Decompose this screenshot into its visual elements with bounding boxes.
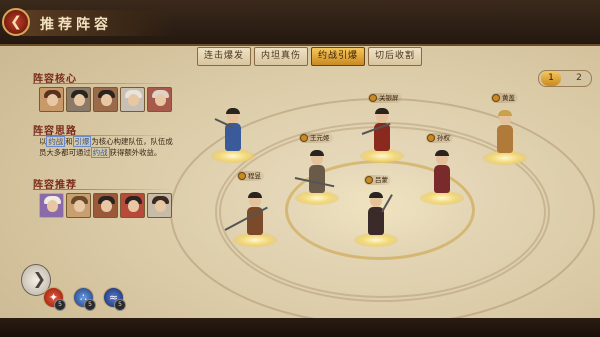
- hero-platform: [233, 233, 277, 247]
- recommend-avatar[interactable]: [39, 193, 64, 218]
- recommend-avatar[interactable]: [120, 193, 145, 218]
- hero-name: 吕蒙: [375, 176, 388, 184]
- core-hero-avatars: [39, 87, 172, 112]
- hero-name: 关银屏: [379, 94, 399, 102]
- hero-name: 程昱: [248, 172, 261, 180]
- hero-body: [434, 165, 450, 193]
- hero-hair: [375, 108, 389, 114]
- lineup-description: 以约战和引爆 为核心构建队伍，队伍成员大多都可通过 约战 获得额外收益。: [39, 136, 179, 158]
- hero-hair: [498, 110, 512, 116]
- skill-2[interactable]: ≈5: [103, 287, 126, 311]
- hero-name: 王元姬: [310, 134, 330, 142]
- hero-name-tag: 王元姬: [299, 133, 333, 143]
- hero-platform: [211, 149, 255, 163]
- element-badge-icon: [238, 172, 246, 180]
- hero-hair: [369, 192, 383, 198]
- hero-platform: [354, 233, 398, 247]
- skill-level: 5: [114, 299, 126, 311]
- hero-name-tag: 吕蒙: [364, 175, 391, 185]
- keyword-duel[interactable]: 约战: [90, 146, 110, 158]
- hero-hair: [435, 150, 449, 156]
- element-badge-icon: [369, 94, 377, 102]
- avatar-face: [101, 94, 112, 106]
- avatar-face: [74, 94, 85, 106]
- hero-name-tag: 关银屏: [368, 93, 402, 103]
- tab-1[interactable]: 内坦真伤: [254, 47, 309, 66]
- hero-6[interactable]: 吕蒙: [354, 175, 398, 247]
- game-screen: 关银屏 王元姬 黄盖 孙权 程昱 吕蒙 推荐阵容 ❮ 连击爆发 内坦真伤 约战引…: [0, 0, 600, 337]
- avatar-face: [101, 200, 112, 212]
- divider: [33, 189, 173, 190]
- page-button-1[interactable]: 1: [541, 71, 561, 86]
- hero-platform: [483, 151, 527, 165]
- core-avatar[interactable]: [120, 87, 145, 112]
- tab-2[interactable]: 约战引爆: [311, 47, 366, 66]
- page-title: 推荐阵容: [40, 17, 112, 33]
- core-avatar[interactable]: [66, 87, 91, 112]
- skill-1[interactable]: ∴ 5: [73, 287, 96, 311]
- hero-name-tag: 程昱: [237, 171, 264, 181]
- page-button-2[interactable]: 2: [569, 71, 589, 86]
- element-badge-icon: [300, 134, 308, 142]
- hero-body: [309, 165, 325, 193]
- recommend-avatar[interactable]: [66, 193, 91, 218]
- hero-body: [497, 125, 513, 153]
- hero-platform: [360, 149, 404, 163]
- element-badge-icon: [427, 134, 435, 142]
- avatar-face: [128, 94, 139, 106]
- skill-level: 5: [84, 299, 96, 311]
- core-avatar[interactable]: [39, 87, 64, 112]
- hero-3[interactable]: 黄盖: [483, 93, 527, 165]
- hero-hair: [226, 108, 240, 114]
- keyword-duel[interactable]: 约战: [46, 136, 66, 147]
- hero-2[interactable]: 王元姬: [294, 133, 339, 205]
- top-bar: 推荐阵容 ❮: [0, 0, 600, 46]
- desc-text: 获得额外收益。: [109, 147, 162, 157]
- core-avatar[interactable]: [147, 87, 172, 112]
- hero-0[interactable]: [211, 108, 255, 163]
- hero-name-tag: 孙权: [426, 133, 453, 143]
- recommend-avatar[interactable]: [147, 193, 172, 218]
- hero-1[interactable]: 关银屏: [360, 93, 404, 163]
- recommended-hero-avatars: [39, 193, 172, 218]
- hero-4[interactable]: 孙权: [420, 133, 464, 205]
- avatar-face: [74, 200, 85, 212]
- back-button[interactable]: ❮: [2, 8, 30, 36]
- avatar-face: [47, 94, 58, 106]
- lineup-skills: ✦ 5 ∴ 5 ≈5: [43, 287, 126, 311]
- desc-text: 和: [65, 137, 73, 146]
- hero-name: 黄盖: [502, 94, 515, 102]
- keyword-detonate[interactable]: 引爆: [72, 136, 92, 147]
- hero-name: 孙权: [437, 134, 450, 142]
- avatar-face: [47, 200, 58, 212]
- hero-platform: [420, 191, 464, 205]
- element-badge-icon: [492, 94, 500, 102]
- chevron-right-icon: ❯: [32, 269, 46, 288]
- skill-0[interactable]: ✦ 5: [43, 287, 66, 311]
- avatar-face: [155, 200, 166, 212]
- hero-name-tag: 黄盖: [491, 93, 518, 103]
- divider: [33, 83, 173, 84]
- hero-platform: [295, 191, 339, 205]
- lineup-tabs: 连击爆发 内坦真伤 约战引爆 切后收割: [197, 47, 423, 66]
- element-badge-icon: [365, 176, 373, 184]
- page-switcher: 1 2: [538, 70, 592, 87]
- avatar-face: [128, 200, 139, 212]
- tab-0[interactable]: 连击爆发: [197, 47, 252, 66]
- hero-5[interactable]: 程昱: [224, 171, 277, 247]
- recommend-avatar[interactable]: [93, 193, 118, 218]
- bottom-bar: [0, 318, 600, 337]
- avatar-face: [155, 94, 166, 106]
- tab-3[interactable]: 切后收割: [368, 47, 423, 66]
- skill-level: 5: [54, 299, 66, 311]
- core-avatar[interactable]: [93, 87, 118, 112]
- hero-hair: [310, 150, 324, 156]
- back-arrow-icon: ❮: [10, 14, 22, 30]
- hero-hair: [248, 192, 262, 198]
- lineup-info-panel: 阵容核心 阵容思路 以约战和引爆 为核心构建队伍，队伍成员大多都可通过 约战 获得额外…: [21, 65, 181, 317]
